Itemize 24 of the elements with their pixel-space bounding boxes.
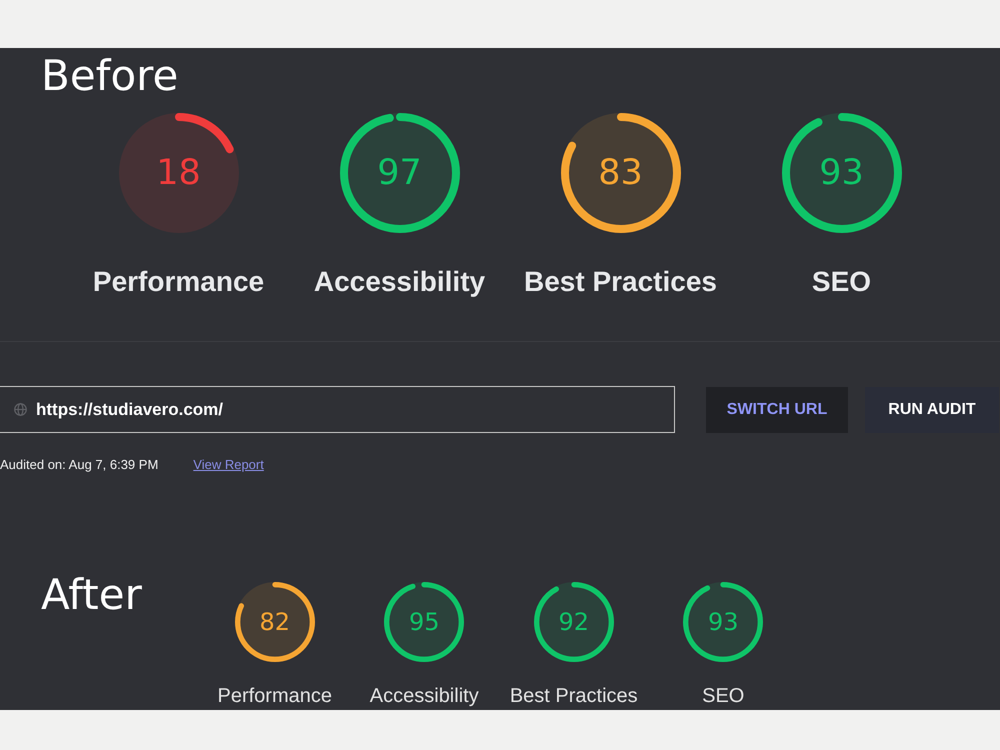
- category-label: Accessibility: [314, 268, 486, 296]
- score-value: 97: [377, 156, 422, 190]
- view-report-link[interactable]: View Report: [193, 457, 264, 473]
- globe-icon: [14, 403, 27, 416]
- switch-url-button[interactable]: SWITCH URL: [706, 386, 848, 432]
- category-label: Performance: [218, 686, 332, 706]
- category-label: Performance: [92, 268, 264, 296]
- audit-timestamp: Audited on: Aug 7, 6:39 PM: [0, 457, 158, 473]
- category-label: Best Practices: [510, 686, 638, 706]
- run-audit-button[interactable]: RUN AUDIT: [865, 386, 999, 432]
- score-value: 95: [408, 610, 440, 634]
- category-label: Best Practices: [524, 268, 717, 296]
- section-heading: Before: [41, 55, 178, 97]
- score-value: 82: [259, 610, 290, 634]
- section-heading: After: [41, 574, 142, 616]
- score-value: 93: [819, 156, 864, 190]
- category-label: SEO: [812, 268, 872, 296]
- url-field[interactable]: https://studiavero.com/: [0, 386, 675, 433]
- score-value: 18: [156, 156, 201, 190]
- score-value: 92: [558, 610, 590, 634]
- category-label: SEO: [702, 686, 744, 706]
- category-label: Accessibility: [370, 686, 479, 706]
- score-value: 93: [708, 610, 739, 634]
- score-value: 83: [598, 156, 643, 190]
